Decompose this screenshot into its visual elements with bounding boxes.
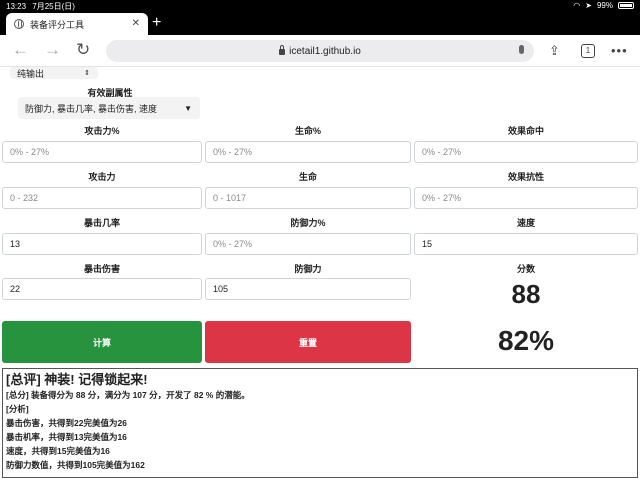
result-title: [总评] 神装! 记得锁起来! [6,372,148,387]
label-crit-rate: 暴击几率 [83,218,120,228]
def-input[interactable]: 105 [205,278,411,300]
crit-rate-input[interactable]: 13 [2,233,202,255]
crit-damage-input[interactable]: 22 [2,278,202,300]
percent-value: 82% [497,325,555,356]
result-line: 暴击伤害，共得到22完美值为26 [6,418,127,428]
effective-stats-select[interactable]: 防御力, 暴击几率, 暴击伤害, 速度 ▼ [18,97,200,119]
location-icon: ➤ [585,1,592,10]
calculate-button[interactable]: 计算 [2,321,202,363]
reset-button[interactable]: 重置 [205,321,411,363]
result-line: 防御力数值，共得到105完美值为162 [6,460,145,470]
reload-icon[interactable]: ↻ [76,41,90,59]
result-line: [分析] [6,404,29,414]
result-line: 速度，共得到15完美值为16 [6,446,110,456]
label-hp-percent: 生命% [294,126,321,136]
label-hp: 生命 [298,172,317,182]
tab-count-button[interactable]: 1 [581,44,595,58]
share-icon[interactable]: ⇪ [549,43,560,59]
back-icon[interactable]: ← [12,41,29,59]
score-value: 88 [511,279,541,309]
select-arrows-icon: ⇕ [84,70,90,77]
label-atk-percent: 攻击力% [84,126,120,136]
speed-input[interactable]: 15 [414,233,638,255]
close-tab-icon[interactable]: ✕ [132,18,140,29]
more-icon[interactable]: ••• [611,43,628,58]
result-line: 暴击机率，共得到13完美值为16 [6,432,127,442]
effect-resist-input[interactable]: 0% - 27% [414,187,638,209]
tab-title: 装备评分工具 [30,19,85,30]
atk-input[interactable]: 0 - 232 [2,187,202,209]
browser-chrome-top: 13:23 7月25日(日) ◠ ➤ 99% 装备评分工具 ✕ + [0,0,640,35]
chevron-down-icon: ▼ [184,103,192,113]
page-content: 纯输出 ⇕ 有效副属性 防御力, 暴击几率, 暴击伤害, 速度 ▼ 攻击力% 生… [0,67,640,480]
effect-hit-input[interactable]: 0% - 27% [414,141,638,163]
hp-input[interactable]: 0 - 1017 [205,187,411,209]
status-date: 7月25日(日) [32,2,75,11]
effective-stats-value: 防御力, 暴击几率, 暴击伤害, 速度 [25,103,158,114]
label-atk: 攻击力 [88,172,116,182]
battery-percent: 99% [596,1,613,10]
score-label: 分数 [516,264,535,274]
microphone-icon[interactable] [519,45,524,54]
browser-tab[interactable]: 装备评分工具 ✕ [6,13,148,35]
globe-icon [14,19,24,29]
label-effect-resist: 效果抗性 [507,172,544,182]
output-type-select[interactable]: 纯输出 ⇕ [10,67,98,79]
label-crit-damage: 暴击伤害 [83,264,120,274]
status-clock: 13:23 [6,2,27,11]
url-text: icetail1.github.io [289,45,361,57]
output-type-value: 纯输出 [17,68,45,79]
label-speed: 速度 [516,218,535,228]
label-def-percent: 防御力% [290,218,326,228]
browser-toolbar: ← → ↻ icetail1.github.io ⇪ 1 ••• [0,35,640,67]
result-line: [总分] 装备得分为 88 分，满分为 107 分，开发了 82 % 的潜能。 [6,390,250,400]
forward-icon[interactable]: → [44,41,61,59]
new-tab-icon[interactable]: + [152,14,161,32]
status-bar: 13:23 7月25日(日) ◠ ➤ 99% [0,0,640,12]
status-time: 13:23 7月25日(日) [6,1,75,12]
battery-icon [618,2,634,9]
lock-icon [279,45,286,55]
hp-percent-input[interactable]: 0% - 27% [205,141,411,163]
def-percent-input[interactable]: 0% - 27% [205,233,411,255]
atk-percent-input[interactable]: 0% - 27% [2,141,202,163]
result-panel: [总评] 神装! 记得锁起来! [总分] 装备得分为 88 分，满分为 107 … [2,368,638,478]
label-effect-hit: 效果命中 [507,126,544,136]
address-bar[interactable]: icetail1.github.io [106,40,534,62]
wifi-icon: ◠ [573,1,581,10]
label-def: 防御力 [294,264,322,274]
status-indicators: ◠ ➤ 99% [573,1,634,10]
